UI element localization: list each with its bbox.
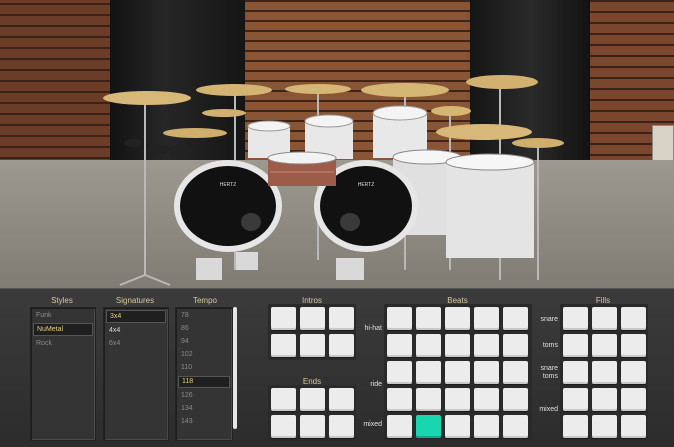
cymbal-crash-right[interactable] [436, 124, 532, 140]
beats-pad-r2-c2[interactable] [416, 334, 441, 357]
beats-pad-r5-c2[interactable] [416, 415, 441, 438]
beats-pad-r3-c2[interactable] [416, 361, 441, 384]
tempo-item-selected[interactable]: 118 [178, 376, 230, 388]
intros-pad-r1-c2[interactable] [300, 307, 325, 330]
beats-pad-r4-c4[interactable] [474, 388, 499, 411]
tempo-item[interactable]: 94 [178, 337, 230, 347]
tempo-item[interactable]: 86 [178, 324, 230, 334]
beats-pad-r3-c3[interactable] [445, 361, 470, 384]
beats-pad-r5-c3[interactable] [445, 415, 470, 438]
intros-pad-r2-c1[interactable] [271, 334, 296, 357]
beats-pad-r1-c2[interactable] [416, 307, 441, 330]
beats-pad-r5-c4[interactable] [474, 415, 499, 438]
beats-pad-r4-c2[interactable] [416, 388, 441, 411]
tempo-item[interactable]: 102 [178, 350, 230, 360]
fills-pad-r2-c1[interactable] [563, 334, 588, 357]
floor-tom-2[interactable] [446, 162, 534, 258]
cymbal-left[interactable] [103, 91, 191, 105]
snare-drum[interactable] [267, 151, 337, 186]
tempo-title: Tempo [192, 296, 217, 305]
cymbal-left-mid[interactable] [196, 84, 272, 96]
fills-row-label-mixed: mixed [539, 406, 558, 413]
cymbal-center[interactable] [285, 84, 351, 94]
intros-pad-r2-c3[interactable] [329, 334, 354, 357]
beats-pad-r5-c1[interactable] [387, 415, 412, 438]
tempo-list[interactable]: 78 86 94 102 110 118 126 134 143 [175, 307, 233, 441]
fills-pad-r2-c3[interactable] [621, 334, 646, 357]
beats-pad-r1-c1[interactable] [387, 307, 412, 330]
beats-pad-r5-c5[interactable] [503, 415, 528, 438]
fills-pad-r1-c2[interactable] [592, 307, 617, 330]
fills-pad-r4-c3[interactable] [621, 388, 646, 411]
beats-row-label-hihat: hi-hat [364, 325, 382, 332]
fills-pad-r1-c3[interactable] [621, 307, 646, 330]
fills-pad-r3-c2[interactable] [592, 361, 617, 384]
styles-title: Styles [51, 296, 73, 305]
kick-pedal-right[interactable] [336, 258, 364, 280]
cymbal-splash[interactable] [431, 106, 471, 116]
drum-kit: HERTZ HERTZ [103, 75, 564, 286]
signature-item-6x4[interactable]: 6x4 [106, 338, 166, 349]
cymbal-china[interactable] [512, 138, 564, 148]
fills-pad-r1-c1[interactable] [563, 307, 588, 330]
beats-pad-r3-c1[interactable] [387, 361, 412, 384]
ends-pad-r1-c2[interactable] [300, 388, 325, 411]
cymbal-right[interactable] [466, 75, 538, 89]
beats-pad-r2-c4[interactable] [474, 334, 499, 357]
fills-pad-r4-c2[interactable] [592, 388, 617, 411]
cymbal-right-mid[interactable] [361, 83, 449, 97]
beats-pad-r2-c1[interactable] [387, 334, 412, 357]
style-item-numetal[interactable]: NuMetal [33, 323, 93, 336]
kick-pedal-left[interactable] [196, 258, 222, 280]
fills-row-label-snare-toms: snare toms [540, 365, 558, 380]
kick-brand-left: HERTZ [220, 182, 237, 188]
fills-row-label-snare: snare [540, 316, 558, 323]
intros-pad-r2-c2[interactable] [300, 334, 325, 357]
fills-row-label-toms: toms [542, 342, 558, 349]
tempo-item[interactable]: 110 [178, 363, 230, 373]
tempo-item[interactable]: 126 [178, 391, 230, 401]
beats-pad-r4-c3[interactable] [445, 388, 470, 411]
beats-pad-r1-c3[interactable] [445, 307, 470, 330]
fills-pad-r3-c1[interactable] [563, 361, 588, 384]
signature-item-4x4[interactable]: 4x4 [106, 325, 166, 336]
fills-pad-r5-c1[interactable] [563, 415, 588, 438]
styles-list[interactable]: Funk NuMetal Rock [30, 307, 96, 441]
fills-pad-r2-c2[interactable] [592, 334, 617, 357]
ends-pad-r2-c2[interactable] [300, 415, 325, 438]
signatures-list[interactable]: 3x4 4x4 6x4 [103, 307, 169, 441]
tempo-scrollbar[interactable] [233, 307, 237, 429]
beats-pad-r3-c4[interactable] [474, 361, 499, 384]
tempo-item[interactable]: 143 [178, 417, 230, 427]
beats-row-label-ride: ride [370, 381, 382, 388]
hihat[interactable] [163, 128, 227, 138]
fills-pad-r5-c2[interactable] [592, 415, 617, 438]
signatures-title: Signatures [115, 296, 155, 305]
signature-item-3x4[interactable]: 3x4 [106, 310, 166, 323]
beats-pad-r4-c1[interactable] [387, 388, 412, 411]
drum-kit-stage: HERTZ HERTZ [0, 0, 674, 288]
fills-pad-r5-c3[interactable] [621, 415, 646, 438]
ends-pad-r1-c3[interactable] [329, 388, 354, 411]
tempo-item[interactable]: 134 [178, 404, 230, 414]
style-item-rock[interactable]: Rock [33, 338, 93, 349]
kick-brand-right: HERTZ [358, 182, 375, 188]
hihat-pedal[interactable] [236, 252, 258, 270]
style-item-funk[interactable]: Funk [33, 310, 93, 321]
fills-pad-r3-c3[interactable] [621, 361, 646, 384]
tempo-item[interactable]: 78 [178, 311, 230, 321]
fills-pad-r4-c1[interactable] [563, 388, 588, 411]
intros-pad-r1-c1[interactable] [271, 307, 296, 330]
cymbal-small-left[interactable] [202, 109, 246, 117]
beats-pad-r2-c3[interactable] [445, 334, 470, 357]
beats-row-label-mixed: mixed [363, 421, 382, 428]
beats-pad-r1-c4[interactable] [474, 307, 499, 330]
ends-pad-r1-c1[interactable] [271, 388, 296, 411]
ends-pad-r2-c1[interactable] [271, 415, 296, 438]
